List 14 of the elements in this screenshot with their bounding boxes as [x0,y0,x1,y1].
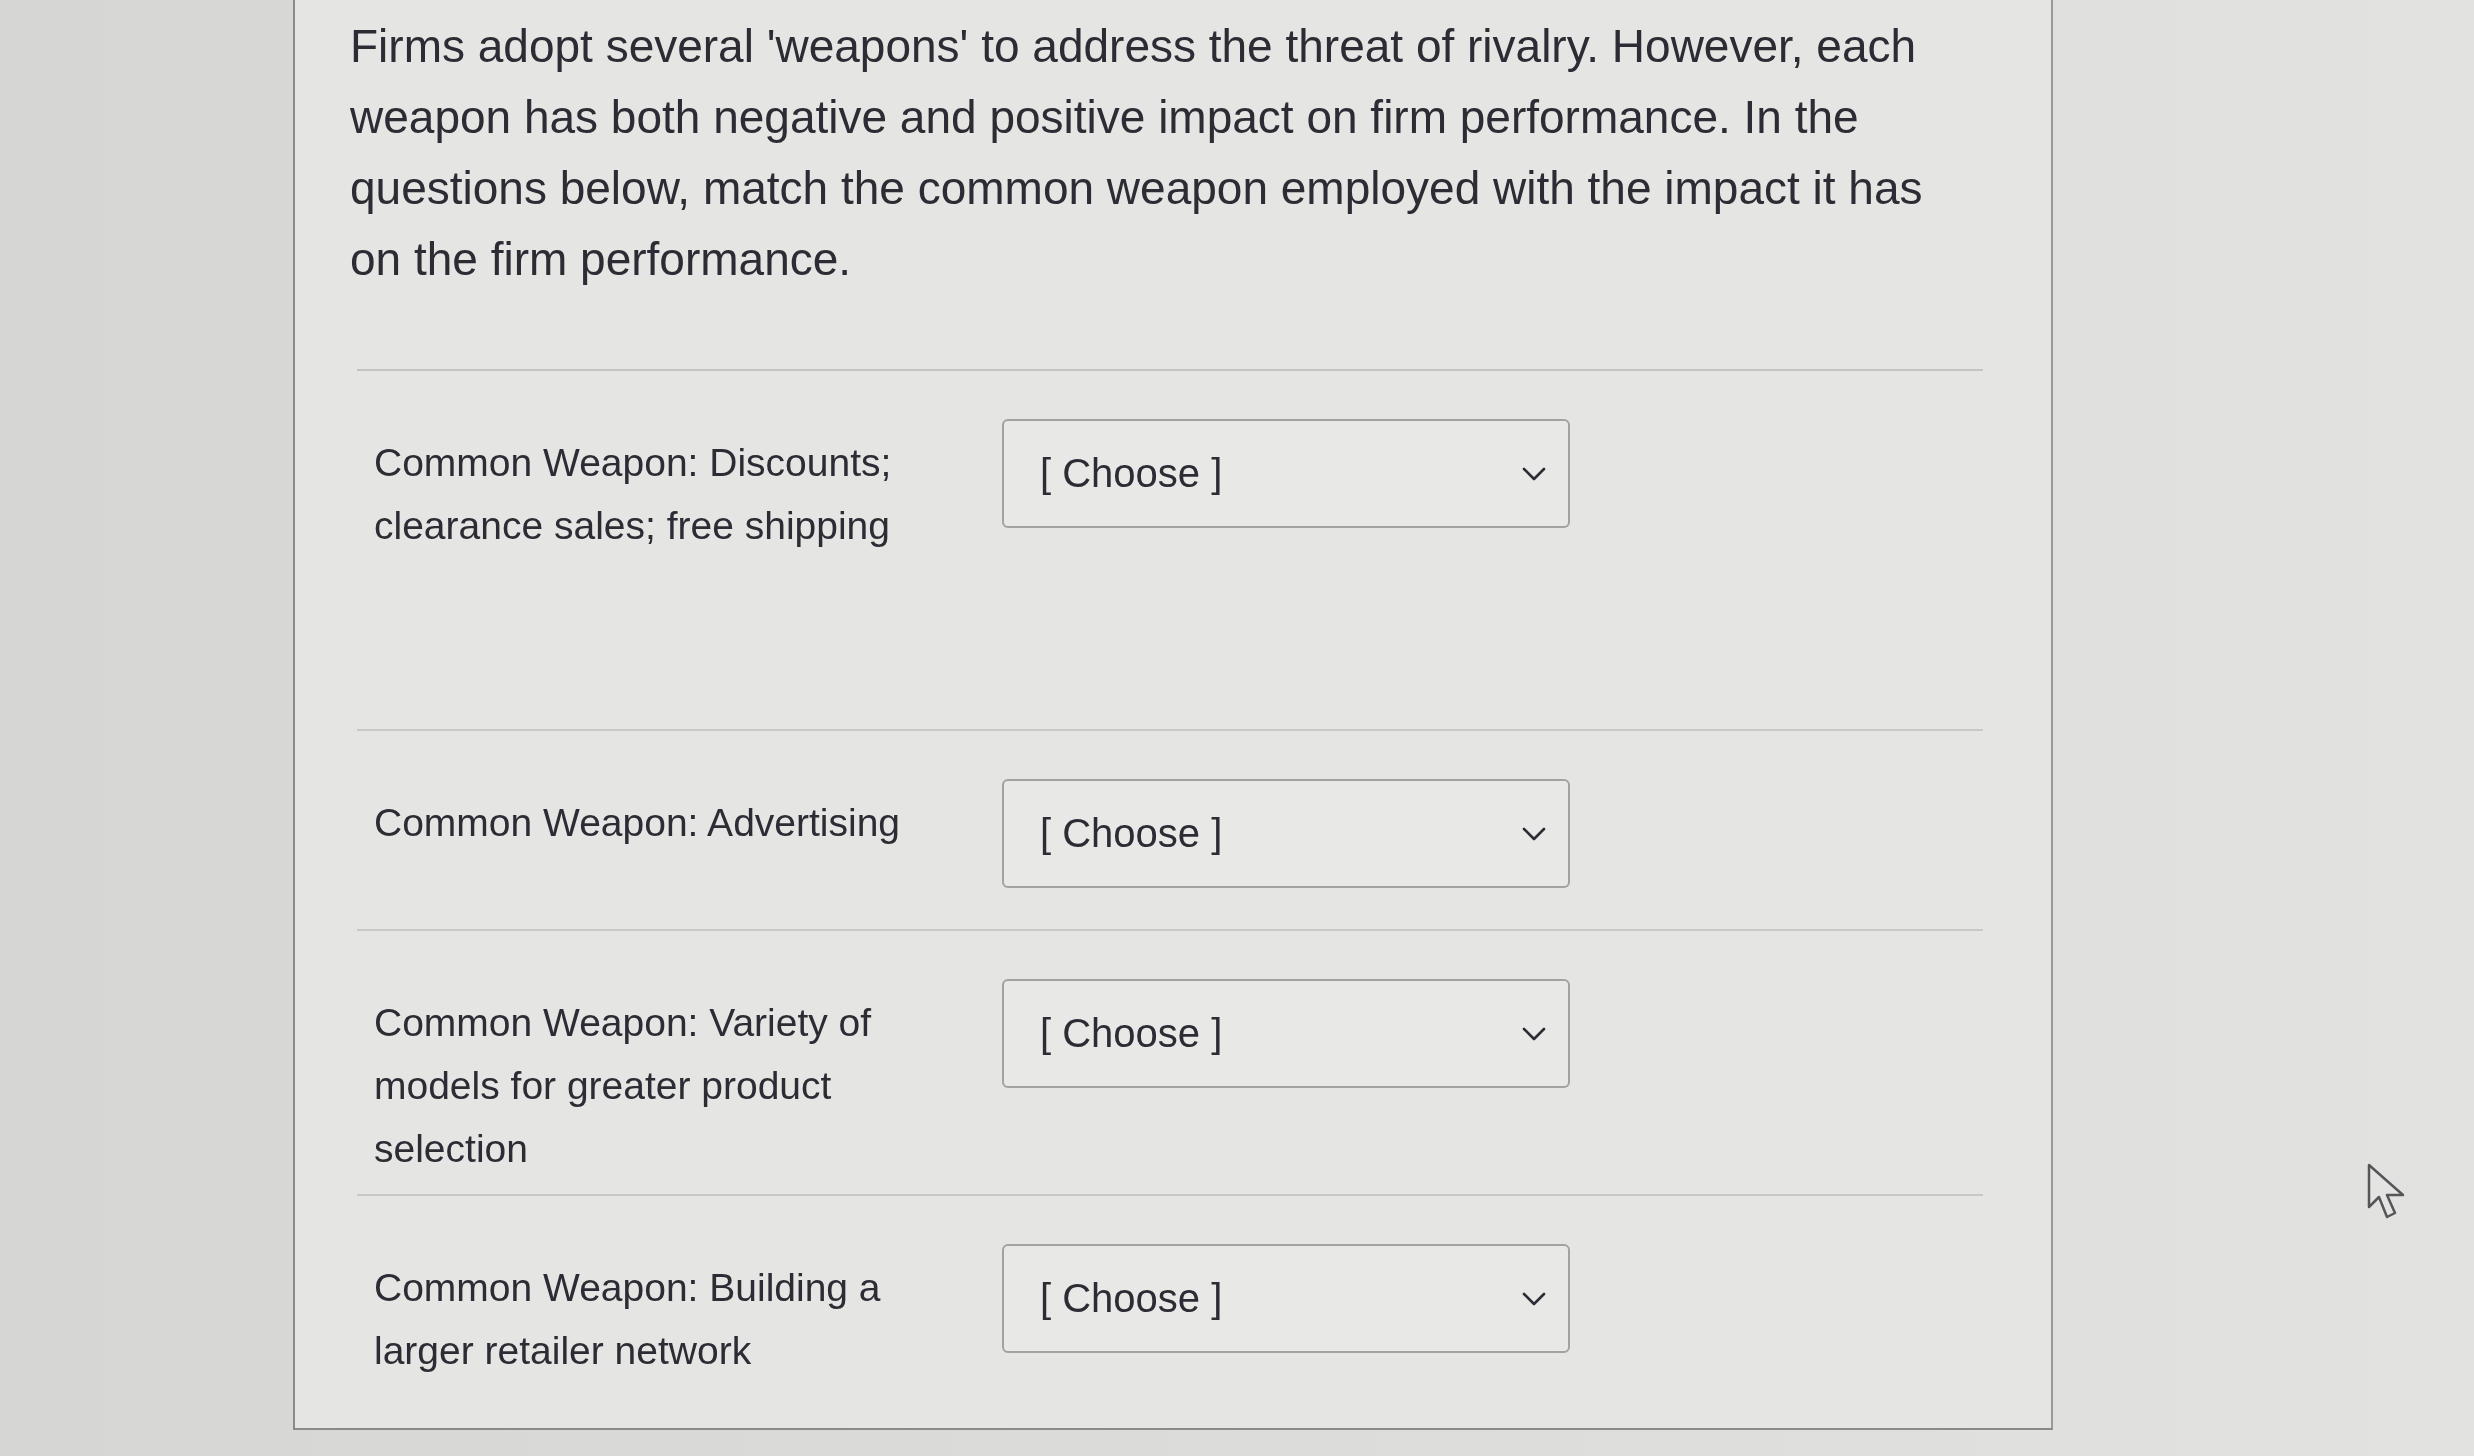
chevron-down-icon [1522,1291,1546,1306]
chevron-down-icon [1522,1026,1546,1041]
answer-dropdown[interactable]: [ Choose ] [1002,1244,1570,1353]
answer-dropdown[interactable]: [ Choose ] [1002,779,1570,888]
answer-dropdown[interactable]: [ Choose ] [1002,419,1570,528]
question-label: Common Weapon: Building a larger retailer network [374,1265,882,1374]
question-label: Common Weapon: Discounts; clearance sales; free shipping [374,440,893,549]
instructions-text: Firms adopt several 'weapons' to address the threat of rivalry. However, each weapon has both negative and positive impact on firm performance. In the questions below, match the common weapon employed with the impact it has on the firm performance. [350,19,1924,287]
answer-dropdown[interactable]: [ Choose ] [1002,979,1570,1088]
question-label: Common Weapon: Variety of models for greater product selection [374,1000,873,1172]
mouse-pointer-icon [2367,1163,2407,1219]
chevron-down-icon [1522,826,1546,841]
question-label: Common Weapon: Advertising [374,800,902,846]
chevron-down-icon [1522,466,1546,481]
